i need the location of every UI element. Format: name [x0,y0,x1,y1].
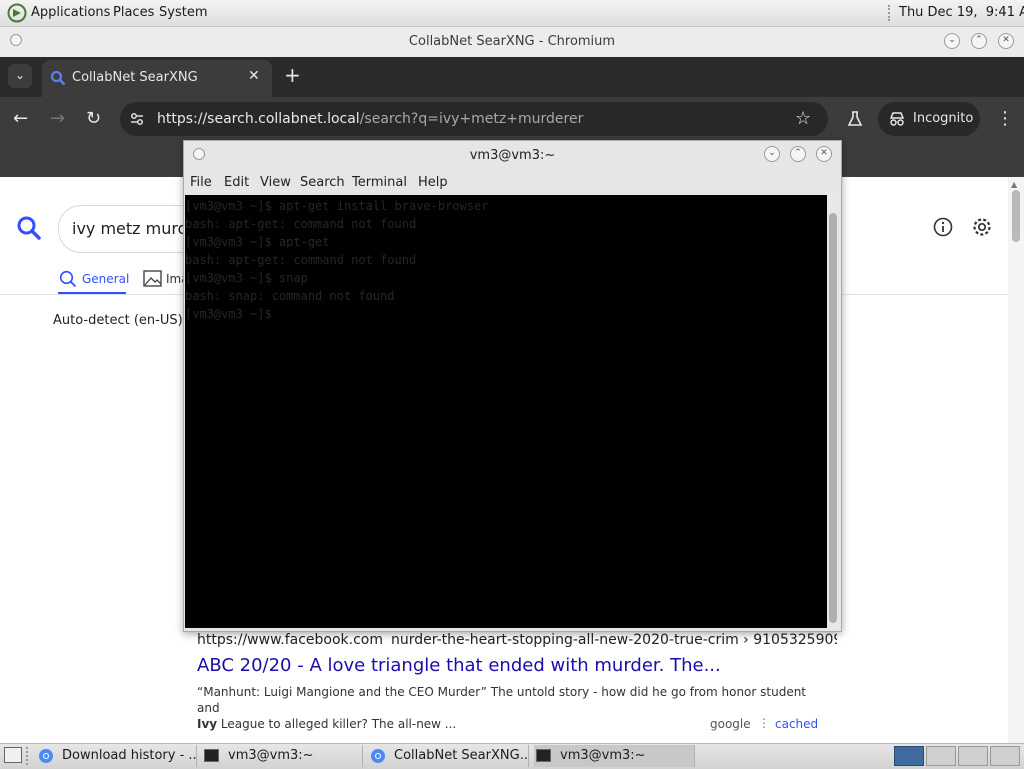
url-text[interactable]: https://search.collabnet.local/search?q=… [157,111,583,127]
tab-general-label: General [82,272,130,286]
image-icon [143,270,162,287]
taskbar-item-terminal-1[interactable]: vm3@vm3:~ [202,745,363,767]
result-url-path: nurder-the-heart-stopping-all-new-2020-t… [391,632,837,648]
terminal-maximize-icon[interactable]: ⌃ [790,146,806,162]
labs-flask-icon[interactable] [846,110,864,128]
incognito-icon [889,112,905,126]
scroll-up-arrow-icon[interactable]: ▲ [1011,180,1017,189]
terminal-close-icon[interactable]: ✕ [816,146,832,162]
terminal-menu-edit[interactable]: Edit [224,175,249,190]
address-bar[interactable]: https://search.collabnet.local/search?q=… [120,102,828,136]
terminal-menu-terminal[interactable]: Terminal [352,175,407,190]
system-menu[interactable]: System [159,5,207,20]
terminal-line: bash: apt-get: command not found [185,217,417,231]
minimize-icon[interactable]: ⌄ [944,33,960,49]
maximize-icon[interactable]: ⌃ [971,33,987,49]
site-settings-icon[interactable] [129,111,145,127]
taskbar-separator [26,747,30,765]
searxng-logo-icon[interactable] [16,215,42,241]
applications-menu[interactable]: Applications [31,5,110,20]
chromium-icon [371,749,385,763]
terminal-app-icon [204,749,219,762]
result-title-link[interactable]: ABC 20/20 - A love triangle that ended w… [197,655,721,676]
terminal-line: bash: apt-get: command not found [185,253,417,267]
workspace-1[interactable] [894,746,924,766]
taskbar-label: vm3@vm3:~ [228,748,314,763]
snippet-text-2: League to alleged killer? The all-new ..… [217,717,457,731]
workspace-3[interactable] [958,746,988,766]
terminal-title: vm3@vm3:~ [469,148,556,163]
page-scrollbar-thumb[interactable] [1012,190,1020,242]
terminal-menu-help[interactable]: Help [418,175,448,190]
distro-logo-icon[interactable] [7,3,27,23]
general-search-icon [59,270,77,288]
terminal-menubar: File Edit View Search Terminal Help [184,171,841,195]
snippet-text: “Manhunt: Luigi Mangione and the CEO Mur… [197,685,807,715]
result-url-host: https://www.facebook.com [197,632,383,648]
terminal-output[interactable]: [vm3@vm3 ~]$ apt-get install brave-brows… [185,195,827,628]
terminal-line: [vm3@vm3 ~]$ apt-get install brave-brows… [185,199,489,213]
tab-images[interactable]: Ima [143,268,189,294]
terminal-app-icon [536,749,551,762]
incognito-indicator[interactable]: Incognito [878,102,980,136]
terminal-minimize-icon[interactable]: ⌄ [764,146,780,162]
url-host: https://search.collabnet.local [157,111,360,127]
taskbar-item-download-history[interactable]: Download history - ... [36,745,197,767]
tab-search-icon[interactable]: ⌄ [8,64,32,88]
terminal-line: [vm3@vm3 ~]$ snap [185,271,308,285]
result-engine: google [710,717,751,731]
panel-separator [888,5,892,21]
top-panel: Applications Places System Thu Dec 19, 9… [0,0,1024,27]
page-scrollbar[interactable] [1008,177,1024,743]
search-input[interactable]: ivy metz murder [58,205,204,253]
cached-link[interactable]: cached [775,717,818,731]
workspace-4[interactable] [990,746,1020,766]
incognito-label: Incognito [913,111,974,126]
taskbar-item-collabnet-searxng[interactable]: CollabNet SearXNG... [368,745,529,767]
forward-icon[interactable]: → [50,108,65,129]
terminal-menu-file[interactable]: File [190,175,212,190]
bookmark-star-icon[interactable]: ☆ [795,108,811,129]
terminal-line: bash: snap: command not found [185,289,395,303]
result-url: https://www.facebook.com nurder-the-heart… [197,632,837,648]
tab-title: CollabNet SearXNG [72,70,198,85]
terminal-lines: [vm3@vm3 ~]$ apt-get install brave-brows… [185,197,825,323]
result-separator: ⋮ [758,716,770,730]
workspace-2[interactable] [926,746,956,766]
close-window-icon[interactable]: ✕ [998,33,1014,49]
taskbar-label: Download history - ... [62,748,197,763]
taskbar-item-terminal-2[interactable]: vm3@vm3:~ [534,745,695,767]
back-icon[interactable]: ← [13,108,28,129]
terminal-scrollbar-thumb[interactable] [829,213,837,623]
terminal-line: [vm3@vm3 ~]$ apt-get [185,235,330,249]
clock[interactable]: Thu Dec 19, 9:41 AM [899,5,1024,20]
browser-menu-icon[interactable]: ⋮ [996,108,1014,129]
new-tab-icon[interactable]: + [284,65,301,85]
taskbar-label: CollabNet SearXNG... [394,748,529,763]
language-selector[interactable]: Auto-detect (en-US) [53,313,183,328]
tab-collabnet-searxng[interactable]: CollabNet SearXNG ✕ [42,60,272,97]
taskbar-label: vm3@vm3:~ [560,748,646,763]
searxng-favicon-icon [50,70,66,86]
snippet-highlight: Ivy [197,717,218,731]
chromium-icon [39,749,53,763]
url-path: /search?q=ivy+metz+murderer [359,111,584,127]
terminal-menu-view[interactable]: View [260,175,291,190]
reload-icon[interactable]: ↻ [86,108,101,129]
info-icon[interactable] [933,217,953,237]
window-titlebar[interactable]: CollabNet SearXNG - Chromium ⌄ ⌃ ✕ [0,27,1024,58]
window-title: CollabNet SearXNG - Chromium [408,34,616,49]
tab-close-icon[interactable]: ✕ [248,68,260,84]
terminal-menu-search[interactable]: Search [300,175,345,190]
terminal-prompt: [vm3@vm3 ~]$ [185,307,272,321]
terminal-scrollbar[interactable] [827,195,839,628]
settings-gear-icon[interactable] [971,216,993,238]
places-menu[interactable]: Places [113,5,154,20]
show-desktop-icon[interactable] [4,747,22,763]
